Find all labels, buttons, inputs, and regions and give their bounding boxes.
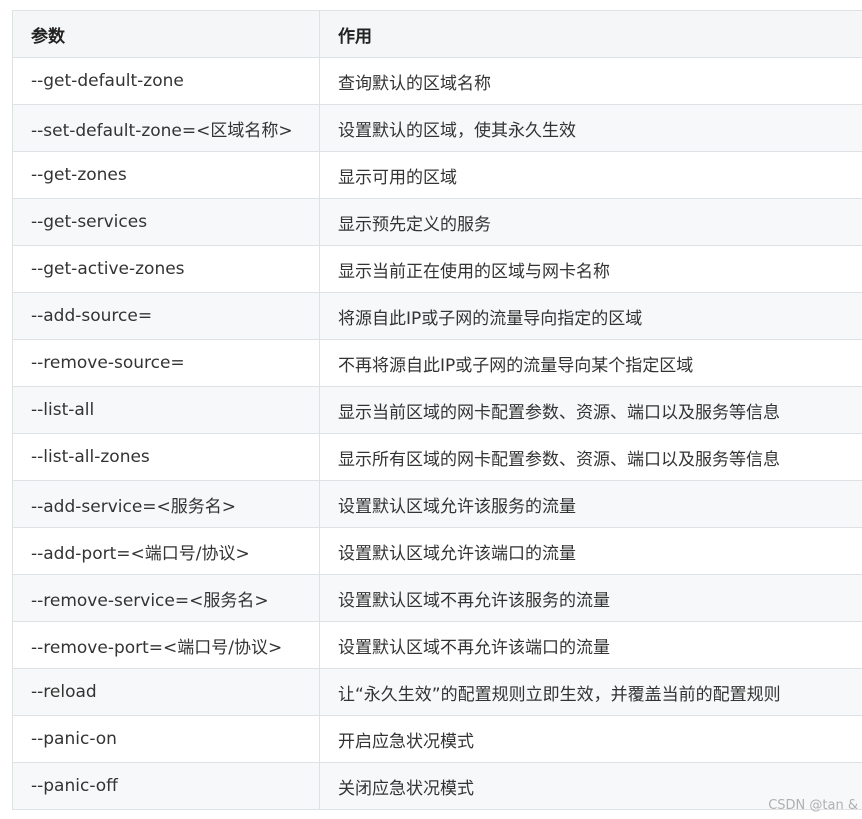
watermark: CSDN @tan & [768, 798, 858, 813]
effect-cell: 设置默认区域不再允许该服务的流量 [319, 574, 862, 622]
table-row: --list-all-zones 显示所有区域的网卡配置参数、资源、端口以及服务等… [12, 433, 862, 481]
effect-cell: 不再将源自此IP或子网的流量导向某个指定区域 [319, 339, 862, 387]
param-cell: --add-service=<服务名> [12, 480, 320, 528]
table-row: --panic-off 关闭应急状况模式 [12, 762, 862, 810]
effect-cell: 将源自此IP或子网的流量导向指定的区域 [319, 292, 862, 340]
param-cell: --get-active-zones [12, 245, 320, 293]
header-param: 参数 [12, 10, 320, 58]
effect-cell: 显示当前正在使用的区域与网卡名称 [319, 245, 862, 293]
effect-cell: 显示可用的区域 [319, 151, 862, 199]
table-header: 参数 作用 [12, 10, 862, 58]
param-cell: --panic-on [12, 715, 320, 763]
param-cell: --reload [12, 668, 320, 716]
effect-cell: 查询默认的区域名称 [319, 57, 862, 105]
effect-cell: 开启应急状况模式 [319, 715, 862, 763]
effect-cell: 设置默认区域允许该端口的流量 [319, 527, 862, 575]
table-row: --get-zones 显示可用的区域 [12, 151, 862, 199]
param-cell: --get-zones [12, 151, 320, 199]
table-row: --get-services 显示预先定义的服务 [12, 198, 862, 246]
effect-cell: 让“永久生效”的配置规则立即生效，并覆盖当前的配置规则 [319, 668, 862, 716]
table-row: --get-active-zones 显示当前正在使用的区域与网卡名称 [12, 245, 862, 293]
param-cell: --remove-port=<端口号/协议> [12, 621, 320, 669]
param-cell: --remove-service=<服务名> [12, 574, 320, 622]
param-cell: --add-port=<端口号/协议> [12, 527, 320, 575]
effect-cell: 显示预先定义的服务 [319, 198, 862, 246]
table-row: --add-service=<服务名> 设置默认区域允许该服务的流量 [12, 480, 862, 528]
header-row: 参数 作用 [12, 10, 862, 58]
param-cell: --get-default-zone [12, 57, 320, 105]
parameters-table: 参数 作用 --get-default-zone 查询默认的区域名称 --set-d… [12, 10, 862, 810]
param-cell: --get-services [12, 198, 320, 246]
table-row: --panic-on 开启应急状况模式 [12, 715, 862, 763]
effect-cell: 设置默认区域不再允许该端口的流量 [319, 621, 862, 669]
table-row: --list-all 显示当前区域的网卡配置参数、资源、端口以及服务等信息 [12, 386, 862, 434]
param-cell: --list-all [12, 386, 320, 434]
param-cell: --set-default-zone=<区域名称> [12, 104, 320, 152]
table-row: --set-default-zone=<区域名称> 设置默认的区域，使其永久生效 [12, 104, 862, 152]
table-body: --get-default-zone 查询默认的区域名称 --set-default… [12, 57, 862, 810]
table-row: --remove-source= 不再将源自此IP或子网的流量导向某个指定区域 [12, 339, 862, 387]
table-row: --add-port=<端口号/协议> 设置默认区域允许该端口的流量 [12, 527, 862, 575]
table-row: --get-default-zone 查询默认的区域名称 [12, 57, 862, 105]
header-effect: 作用 [319, 10, 862, 58]
param-cell: --list-all-zones [12, 433, 320, 481]
effect-cell: 显示当前区域的网卡配置参数、资源、端口以及服务等信息 [319, 386, 862, 434]
param-cell: --remove-source= [12, 339, 320, 387]
table-row: --remove-port=<端口号/协议> 设置默认区域不再允许该端口的流量 [12, 621, 862, 669]
effect-cell: 设置默认区域允许该服务的流量 [319, 480, 862, 528]
effect-cell: 设置默认的区域，使其永久生效 [319, 104, 862, 152]
table-row: --reload 让“永久生效”的配置规则立即生效，并覆盖当前的配置规则 [12, 668, 862, 716]
effect-cell: 显示所有区域的网卡配置参数、资源、端口以及服务等信息 [319, 433, 862, 481]
param-cell: --panic-off [12, 762, 320, 810]
table-row: --remove-service=<服务名> 设置默认区域不再允许该服务的流量 [12, 574, 862, 622]
param-cell: --add-source= [12, 292, 320, 340]
table-row: --add-source= 将源自此IP或子网的流量导向指定的区域 [12, 292, 862, 340]
